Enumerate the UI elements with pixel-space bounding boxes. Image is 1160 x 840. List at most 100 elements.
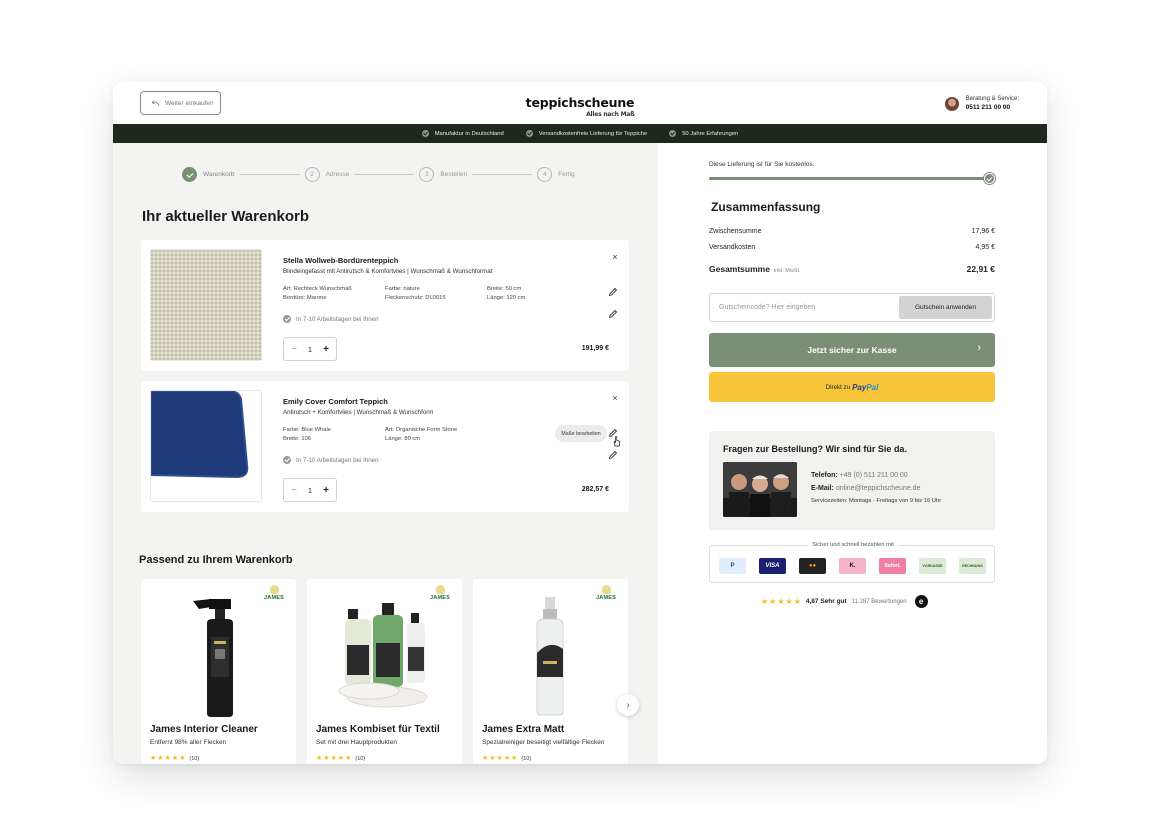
check-icon [421, 130, 429, 137]
sofort-icon: Sofort. [879, 558, 906, 574]
step-connector [239, 174, 300, 175]
minus-icon[interactable]: − [291, 344, 297, 355]
edit-pencil-icon[interactable] [607, 308, 619, 320]
delivery-info: In 7-10 Arbeitstagen bei Ihnen [283, 456, 379, 464]
contact-email[interactable]: online@teppichscheune.de [836, 485, 921, 492]
product-description: Entfernt 98% aller Flecken [150, 739, 227, 746]
step-connector [472, 174, 533, 175]
remove-item-icon[interactable]: × [609, 251, 621, 263]
site-logo[interactable]: teppichscheune Alles nach Maß [113, 94, 1047, 118]
free-shipping-progress [709, 177, 990, 180]
check-circle-icon [283, 315, 291, 323]
visa-icon: VISA [759, 558, 786, 574]
remove-item-icon[interactable]: × [609, 392, 621, 404]
usp-item: Manufaktur in Deutschland [421, 130, 504, 137]
service-contact[interactable]: Beratung & Service: 0511 211 00 00 [944, 95, 1019, 112]
paypal-icon: P [719, 558, 746, 574]
carousel-next-button[interactable]: › [617, 694, 639, 716]
review-count: (10) [355, 756, 366, 762]
quantity-stepper[interactable]: − 1 + [283, 337, 337, 361]
check-circle-icon [283, 456, 291, 464]
brand-badge: JAMES [429, 585, 451, 607]
item-name[interactable]: Stella Wollweb-Bordürenteppich [283, 256, 398, 265]
product-description: Spezialreiniger beseitigt vielfältige Fl… [482, 739, 605, 746]
minus-icon[interactable]: − [291, 485, 297, 496]
total-row: Gesamtsumme inkl. MwSt. 22,91 € [709, 264, 995, 274]
rating-score: 4,87 [805, 598, 819, 605]
coupon-input[interactable]: Gutscheincode? Hier eingeben [719, 304, 815, 311]
product-rating: ★★★★★ (10) [150, 755, 200, 762]
cart-title: Ihr aktueller Warenkorb [142, 208, 309, 225]
step-label: Bestellen [440, 171, 468, 178]
logo-tagline: Alles nach Maß [586, 111, 635, 118]
brand-badge: JAMES [263, 585, 285, 607]
contact-details: Telefon: +49 (0) 511 211 00 00 E-Mail: o… [811, 469, 941, 508]
site-header: Weiter einkaufen teppichscheune Alles na… [113, 82, 1047, 124]
edit-pencil-icon[interactable] [607, 286, 619, 298]
checkout-button[interactable]: Jetzt sicher zur Kasse › [709, 333, 995, 367]
step-label: Adresse [325, 171, 350, 178]
item-subtitle: Blindeingefasst mit Antirutsch & Komfort… [283, 268, 493, 275]
product-name[interactable]: James Interior Cleaner [150, 724, 258, 735]
quantity-stepper[interactable]: − 1 + [283, 478, 337, 502]
cart-item: Emily Cover Comfort Teppich Antirutsch +… [141, 381, 629, 512]
usp-bar: Manufaktur in Deutschland Versandkostenf… [113, 124, 1047, 143]
recommendations-title: Passend zu Ihrem Warenkorb [139, 554, 293, 566]
service-label: Beratung & Service: [965, 96, 1019, 102]
item-price: 282,57 € [581, 486, 609, 493]
product-card[interactable]: JAMES James Kombiset für Textil Set mit … [307, 579, 462, 764]
paypal-button[interactable]: Direkt zu PayPal [709, 372, 995, 402]
payment-methods: Sicher und schnell bezahlen mit P VISA ●… [709, 542, 995, 583]
step-connector [354, 174, 415, 175]
product-name[interactable]: James Kombiset für Textil [316, 724, 440, 735]
product-card[interactable]: JAMES James Extra Matt Spezialreiniger b… [473, 579, 628, 764]
service-hours: Servicezeiten: Montags - Freitags von 9 … [811, 498, 942, 504]
quantity-value: 1 [307, 485, 313, 495]
product-image[interactable] [150, 390, 262, 502]
shipping-row: Versandkosten 4,95 € [709, 244, 995, 251]
cart-item: Stella Wollweb-Bordürenteppich Blindeing… [141, 240, 629, 371]
quantity-value: 1 [307, 344, 313, 354]
plus-icon[interactable]: + [323, 485, 329, 496]
item-name[interactable]: Emily Cover Comfort Teppich [283, 397, 388, 406]
cart-window: Weiter einkaufen teppichscheune Alles na… [113, 82, 1047, 764]
shop-rating[interactable]: ★★★★★ 4,87 Sehr gut 11.287 Bewertungen e [761, 595, 928, 608]
product-name[interactable]: James Extra Matt [482, 724, 564, 735]
step-label: Warenkorb [203, 171, 235, 178]
service-avatar [944, 96, 959, 111]
invoice-icon: RECHNUNG [959, 558, 986, 574]
hand-cursor-icon [613, 436, 621, 447]
checkout-steps: Warenkorb 2 Adresse 3 Bestellen 4 Fertig [182, 167, 575, 182]
progress-check-icon [984, 173, 995, 184]
payment-title: Sicher und schnell bezahlen mit [808, 542, 898, 548]
item-attributes: Farbe: Blue Whale Art: Organische Form St… [283, 427, 458, 442]
step-2-dot: 2 [304, 167, 320, 182]
product-image[interactable] [150, 249, 262, 361]
usp-item: Versandkostenfreie Lieferung für Teppich… [525, 130, 647, 137]
delivery-info: In 7-10 Arbeitstagen bei Ihnen [283, 315, 379, 323]
review-count: (10) [189, 756, 200, 762]
usp-item: 50 Jahre Erfahrungen [669, 130, 738, 137]
contact-phone[interactable]: +49 (0) 511 211 00 00 [840, 472, 908, 479]
apply-coupon-button[interactable]: Gutschein anwenden [899, 296, 992, 319]
paypal-logo: PayPal [852, 382, 879, 392]
step-label: Fertig [558, 171, 575, 178]
item-subtitle: Antirutsch + Komfortvlies | Wunschmaß & … [283, 409, 434, 416]
item-price: 191,99 € [581, 345, 609, 352]
contact-box: Fragen zur Bestellung? Wir sind für Sie … [709, 431, 995, 530]
edit-pencil-icon[interactable] [607, 449, 619, 461]
item-attributes: Art: Rechteck Wunschmaß Farbe: nature Brei… [283, 286, 526, 301]
contact-title: Fragen zur Bestellung? Wir sind für Sie … [723, 444, 907, 454]
subtotal-row: Zwischensumme 17,96 € [709, 228, 995, 235]
review-count: (10) [521, 756, 532, 762]
plus-icon[interactable]: + [323, 344, 329, 355]
product-card[interactable]: JAMES James Interior Cleaner Entfernt 98… [141, 579, 296, 764]
chevron-right-icon: › [977, 342, 981, 354]
rating-count: 11.287 Bewertungen [851, 598, 907, 605]
summary-column: Diese Lieferung ist für Sie kostenlos. Z… [658, 143, 1047, 764]
edit-dimensions-tooltip[interactable]: Maße bearbeiten [555, 425, 607, 442]
coupon-field[interactable]: Gutscheincode? Hier eingeben Gutschein a… [709, 293, 995, 322]
product-rating: ★★★★★ (10) [316, 755, 366, 762]
check-icon [669, 130, 677, 137]
check-icon [525, 130, 533, 137]
